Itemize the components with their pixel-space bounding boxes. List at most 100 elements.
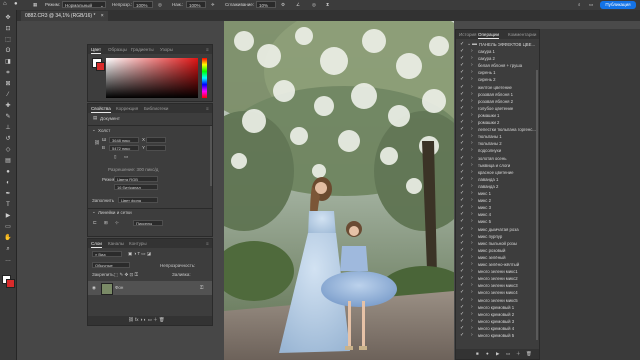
checkmark-icon[interactable]: ✓ — [460, 218, 464, 225]
checkmark-icon[interactable]: ✓ — [460, 155, 464, 162]
bit-depth-select[interactable]: 16 бит/канал — [114, 184, 158, 190]
tab-actions[interactable]: Операции — [478, 30, 500, 39]
action-row[interactable]: ✓ › много кремовый 2 — [456, 311, 539, 318]
smoothing-options-icon[interactable]: ⚙ — [281, 2, 285, 8]
ruler-icon[interactable]: ⊏ — [93, 220, 97, 226]
photoshop-home-icon[interactable]: ⌂ — [3, 1, 7, 7]
chevron-down-icon[interactable]: ⌄ — [467, 41, 471, 48]
action-row[interactable]: ✓ › микс 3 — [456, 204, 539, 211]
checkmark-icon[interactable]: ✓ — [460, 211, 464, 218]
chevron-right-icon[interactable]: › — [471, 147, 473, 154]
y-field[interactable] — [146, 145, 166, 151]
link-layers-icon[interactable]: ⛓ fx ◑ ◐ ▭ ＋ 🗑 — [128, 317, 165, 323]
shape-icon[interactable]: ▭ — [3, 223, 13, 232]
clone-stamp-icon[interactable]: ⊥ — [3, 124, 13, 133]
action-row[interactable]: ✓ › много кремовый 3 — [456, 318, 539, 325]
chevron-right-icon[interactable]: › — [471, 282, 473, 289]
action-row[interactable]: ✓ › много зелени микс2 — [456, 275, 539, 282]
checkmark-icon[interactable]: ✓ — [460, 318, 464, 325]
tab-comments[interactable]: Комментарии — [508, 30, 536, 39]
chevron-right-icon[interactable]: › — [471, 332, 473, 339]
layer-row[interactable]: ◉ Фон ⚿ — [88, 281, 212, 295]
symmetry-icon[interactable]: ⧗ — [326, 2, 329, 7]
action-row[interactable]: ✓ › много зелени микс4 — [456, 289, 539, 296]
checkmark-icon[interactable]: ✓ — [460, 226, 464, 233]
visibility-eye-icon[interactable]: ◉ — [92, 285, 96, 291]
tab-color[interactable]: Цвет — [91, 45, 102, 54]
tab-libraries[interactable]: Библиотеки — [144, 104, 168, 113]
chevron-right-icon[interactable]: › — [471, 297, 473, 304]
checkmark-icon[interactable]: ✓ — [460, 76, 464, 83]
panel-menu-icon[interactable]: ≡ — [206, 104, 209, 113]
action-row[interactable]: ✓ › много кремовый 4 — [456, 325, 539, 332]
action-row[interactable]: ✓ › желтое цветение — [456, 84, 539, 91]
action-row[interactable]: ✓ › микс дымчатая роза — [456, 226, 539, 233]
checkmark-icon[interactable]: ✓ — [460, 233, 464, 240]
pressure-size-icon[interactable]: ◎ — [312, 2, 316, 8]
crop-icon[interactable]: ⌗ — [3, 69, 13, 78]
checkmark-icon[interactable]: ✓ — [460, 325, 464, 332]
action-row[interactable]: ✓ › много кремовый 5 — [456, 332, 539, 339]
checkmark-icon[interactable]: ✓ — [460, 133, 464, 140]
hand-icon[interactable]: ✋ — [3, 234, 13, 243]
publish-button[interactable]: Публикация — [600, 1, 636, 9]
zoom-icon[interactable]: ⌕ — [3, 245, 13, 254]
action-row[interactable]: ✓ › золотая осень — [456, 155, 539, 162]
chevron-right-icon[interactable]: › — [471, 211, 473, 218]
chevron-down-icon[interactable]: ⌄ — [92, 209, 96, 215]
units-select[interactable]: Пикселы — [133, 220, 163, 226]
chevron-right-icon[interactable]: › — [471, 69, 473, 76]
chevron-right-icon[interactable]: › — [471, 105, 473, 112]
action-row[interactable]: ✓ › красное цветение — [456, 169, 539, 176]
gradient-icon[interactable]: ▤ — [3, 157, 13, 166]
path-select-icon[interactable]: ▶ — [3, 212, 13, 221]
action-row[interactable]: ✓ › много зелени микс3 — [456, 282, 539, 289]
scrollbar[interactable] — [210, 126, 212, 186]
action-row[interactable]: ✓ › подсолнухи — [456, 147, 539, 154]
checkmark-icon[interactable]: ✓ — [460, 119, 464, 126]
checkmark-icon[interactable]: ✓ — [460, 332, 464, 339]
tab-swatches[interactable]: Образцы — [108, 45, 127, 54]
action-row[interactable]: ✓ › белая яблоня + груша — [456, 62, 539, 69]
checkmark-icon[interactable]: ✓ — [460, 112, 464, 119]
checkmark-icon[interactable]: ✓ — [460, 289, 464, 296]
mode-select[interactable]: Нормальный ⌄ — [62, 1, 106, 8]
airbrush-icon[interactable]: ✈ — [211, 2, 215, 8]
checkmark-icon[interactable]: ✓ — [460, 311, 464, 318]
action-row[interactable]: ✓ › тыквица и слоги — [456, 162, 539, 169]
action-row[interactable]: ✓ › микс 2 — [456, 197, 539, 204]
delete-icon[interactable]: 🗑 — [526, 351, 532, 357]
chevron-right-icon[interactable]: › — [471, 155, 473, 162]
action-row[interactable]: ✓ › голубое цветение — [456, 105, 539, 112]
color-field[interactable] — [106, 58, 198, 98]
checkmark-icon[interactable]: ✓ — [460, 55, 464, 62]
tab-paths[interactable]: Контуры — [129, 239, 147, 248]
chevron-right-icon[interactable]: › — [471, 190, 473, 197]
background-color-swatch[interactable] — [96, 62, 105, 71]
tab-properties[interactable]: Свойства — [91, 104, 111, 113]
chevron-right-icon[interactable]: › — [471, 233, 473, 240]
action-row[interactable]: ✓ › сирень 1 — [456, 69, 539, 76]
pressure-opacity-icon[interactable]: ◎ — [158, 2, 162, 8]
brush-icon[interactable]: ✎ — [3, 113, 13, 122]
tab-channels[interactable]: Каналы — [108, 239, 124, 248]
history-brush-icon[interactable]: ↺ — [3, 135, 13, 144]
scrollbar[interactable] — [536, 70, 538, 340]
flow-input[interactable]: 100% — [186, 1, 206, 8]
action-row[interactable]: ✓ › микс пыльной розы — [456, 240, 539, 247]
chevron-right-icon[interactable]: › — [471, 275, 473, 282]
checkmark-icon[interactable]: ✓ — [460, 268, 464, 275]
eraser-icon[interactable]: ◇ — [3, 146, 13, 155]
close-icon[interactable]: × — [101, 13, 104, 19]
chevron-right-icon[interactable]: › — [471, 140, 473, 147]
action-row[interactable]: ✓ › тюльпаны 1 — [456, 133, 539, 140]
width-field[interactable]: 3648 пикс — [109, 137, 139, 143]
checkmark-icon[interactable]: ✓ — [460, 261, 464, 268]
workspace-icon[interactable]: ▭ — [589, 2, 593, 8]
checkmark-icon[interactable]: ✓ — [460, 147, 464, 154]
x-field[interactable] — [146, 137, 166, 143]
checkmark-icon[interactable]: ✓ — [460, 91, 464, 98]
action-row[interactable]: ✓ › микс 5 — [456, 218, 539, 225]
tab-gradients[interactable]: Градиенты — [131, 45, 154, 54]
action-row[interactable]: ✓ › микс 1 — [456, 190, 539, 197]
